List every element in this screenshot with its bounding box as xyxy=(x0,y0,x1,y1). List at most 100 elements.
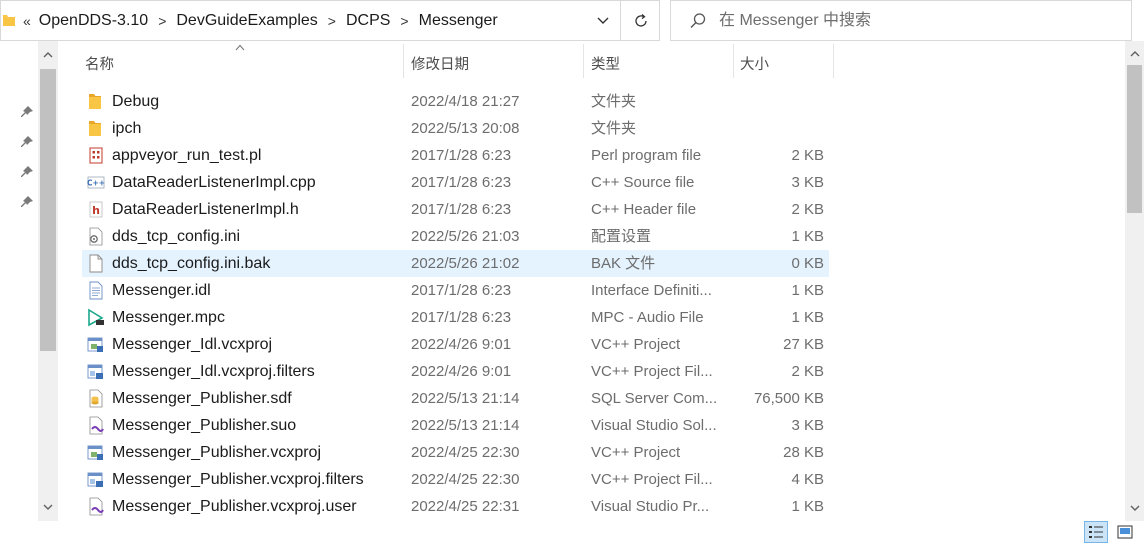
file-date: 2022/5/26 21:03 xyxy=(411,228,520,245)
file-date: 2022/5/26 21:02 xyxy=(411,255,520,272)
chevron-up-icon xyxy=(43,52,53,58)
file-date: 2017/1/28 6:23 xyxy=(411,147,512,164)
file-date: 2017/1/28 6:23 xyxy=(411,282,512,299)
filters-file-icon xyxy=(87,470,105,489)
file-size: 0 KB xyxy=(791,255,824,272)
scroll-thumb[interactable] xyxy=(40,69,56,351)
column-divider[interactable] xyxy=(583,44,584,78)
scroll-down-button[interactable] xyxy=(1125,499,1144,517)
file-type: C++ Source file xyxy=(591,174,695,191)
column-divider[interactable] xyxy=(733,44,734,78)
file-name: Messenger_Publisher.suo xyxy=(112,417,297,434)
scroll-up-button[interactable] xyxy=(38,45,58,65)
file-row[interactable]: Messenger_Publisher.sdf 2022/5/13 21:14 SQ… xyxy=(82,385,829,412)
details-view-button[interactable] xyxy=(1084,521,1108,543)
file-name: Messenger_Idl.vcxproj.filters xyxy=(112,363,315,380)
file-date: 2017/1/28 6:23 xyxy=(411,201,512,218)
breadcrumb: « OpenDDS-3.10 > DevGuideExamples > DCPS… xyxy=(23,1,498,40)
address-history-button[interactable] xyxy=(586,1,620,40)
file-name: Debug xyxy=(112,93,160,110)
column-divider[interactable] xyxy=(403,44,404,78)
breadcrumb-item[interactable]: OpenDDS-3.10 xyxy=(39,12,148,30)
chevron-up-icon xyxy=(1130,51,1139,57)
refresh-button[interactable] xyxy=(620,1,660,40)
file-type: Perl program file xyxy=(591,147,702,164)
pin-icon[interactable] xyxy=(20,135,34,149)
file-row[interactable]: Messenger_Publisher.vcxproj 2022/4/25 22:… xyxy=(82,439,829,466)
scroll-up-button[interactable] xyxy=(1125,45,1144,63)
column-header-date[interactable]: 修改日期 xyxy=(411,44,469,82)
file-type: 配置设置 xyxy=(591,228,652,245)
blank-file-icon xyxy=(87,254,105,273)
svg-text:C++: C++ xyxy=(87,179,105,188)
search-icon xyxy=(690,13,706,28)
file-row[interactable]: Messenger_Publisher.suo 2022/5/13 21:14 Vi… xyxy=(82,412,829,439)
refresh-icon xyxy=(634,13,647,27)
file-row[interactable]: Messenger.idl 2017/1/28 6:23 Interface Def… xyxy=(82,277,829,304)
file-row[interactable]: C++ DataReaderListenerImpl.cpp 2017/1/28 6… xyxy=(82,169,829,196)
file-date: 2022/5/13 21:14 xyxy=(411,417,520,434)
file-name: Messenger_Publisher.vcxproj.filters xyxy=(112,471,364,488)
file-type: 文件夹 xyxy=(591,120,637,137)
file-date: 2022/4/26 9:01 xyxy=(411,363,512,380)
breadcrumb-separator[interactable]: > xyxy=(400,13,408,29)
large-icons-view-button[interactable] xyxy=(1113,521,1137,543)
sort-ascending-icon xyxy=(235,44,245,51)
nav-pane-scrollbar[interactable] xyxy=(38,41,58,521)
column-divider[interactable] xyxy=(833,44,834,78)
file-size: 3 KB xyxy=(791,417,824,434)
overflow-chevron[interactable]: « xyxy=(23,13,31,29)
file-type: VC++ Project xyxy=(591,336,681,353)
scroll-down-button[interactable] xyxy=(38,497,58,517)
breadcrumb-item[interactable]: Messenger xyxy=(419,12,498,30)
file-row[interactable]: dds_tcp_config.ini 2022/5/26 21:03 配置设置 1 K… xyxy=(82,223,829,250)
file-date: 2022/4/25 22:30 xyxy=(411,471,520,488)
file-size: 1 KB xyxy=(791,228,824,245)
file-size: 1 KB xyxy=(791,309,824,326)
pin-icon[interactable] xyxy=(20,165,34,179)
file-row[interactable]: dds_tcp_config.ini.bak 2022/5/26 21:02 BAK… xyxy=(82,250,829,277)
file-date: 2022/5/13 20:08 xyxy=(411,120,520,137)
scroll-thumb[interactable] xyxy=(1127,65,1142,213)
file-row[interactable]: Messenger_Idl.vcxproj 2022/4/26 9:01 VC++ … xyxy=(82,331,829,358)
file-name: Messenger.idl xyxy=(112,282,211,299)
vcxproj-icon xyxy=(87,443,105,462)
column-header-name[interactable]: 名称 xyxy=(85,44,114,82)
chevron-down-icon xyxy=(1130,505,1139,511)
file-row[interactable]: Debug 2022/4/18 21:27 文件夹 xyxy=(82,88,829,115)
file-size: 1 KB xyxy=(791,498,824,515)
file-row[interactable]: h DataReaderListenerImpl.h 2017/1/28 6:23 C… xyxy=(82,196,829,223)
file-list-scrollbar[interactable] xyxy=(1125,41,1144,521)
file-name: Messenger_Publisher.vcxproj xyxy=(112,444,321,461)
folder-icon xyxy=(87,92,105,111)
file-row[interactable]: Messenger_Publisher.vcxproj.user 2022/4/2… xyxy=(82,493,829,520)
file-type: MPC - Audio File xyxy=(591,309,704,326)
file-name: dds_tcp_config.ini.bak xyxy=(112,255,271,272)
pin-icon[interactable] xyxy=(20,105,34,119)
file-row[interactable]: Messenger_Publisher.vcxproj.filters 2022/… xyxy=(82,466,829,493)
breadcrumb-separator[interactable]: > xyxy=(328,13,336,29)
address-bar[interactable]: « OpenDDS-3.10 > DevGuideExamples > DCPS… xyxy=(0,0,660,41)
breadcrumb-item[interactable]: DCPS xyxy=(346,12,390,30)
filters-file-icon xyxy=(87,362,105,381)
file-row[interactable]: Messenger.mpc 2017/1/28 6:23 MPC - Audio F… xyxy=(82,304,829,331)
file-name: Messenger_Publisher.sdf xyxy=(112,390,292,407)
column-header-type[interactable]: 类型 xyxy=(591,44,620,82)
file-date: 2022/5/13 21:14 xyxy=(411,390,520,407)
config-file-icon xyxy=(87,227,105,246)
breadcrumb-item[interactable]: DevGuideExamples xyxy=(176,12,317,30)
search-box[interactable] xyxy=(670,0,1132,41)
search-input[interactable] xyxy=(719,9,1119,33)
file-row[interactable]: appveyor_run_test.pl 2017/1/28 6:23 Perl p… xyxy=(82,142,829,169)
column-header-size[interactable]: 大小 xyxy=(740,44,769,82)
chevron-down-icon xyxy=(43,504,53,510)
file-size: 3 KB xyxy=(791,174,824,191)
pin-icon[interactable] xyxy=(20,195,34,209)
breadcrumb-separator[interactable]: > xyxy=(158,13,166,29)
file-row[interactable]: ipch 2022/5/13 20:08 文件夹 xyxy=(82,115,829,142)
svg-text:h: h xyxy=(92,204,100,217)
file-size: 28 KB xyxy=(783,444,824,461)
file-type: VC++ Project Fil... xyxy=(591,363,713,380)
file-size: 1 KB xyxy=(791,282,824,299)
file-row[interactable]: Messenger_Idl.vcxproj.filters 2022/4/26 9… xyxy=(82,358,829,385)
